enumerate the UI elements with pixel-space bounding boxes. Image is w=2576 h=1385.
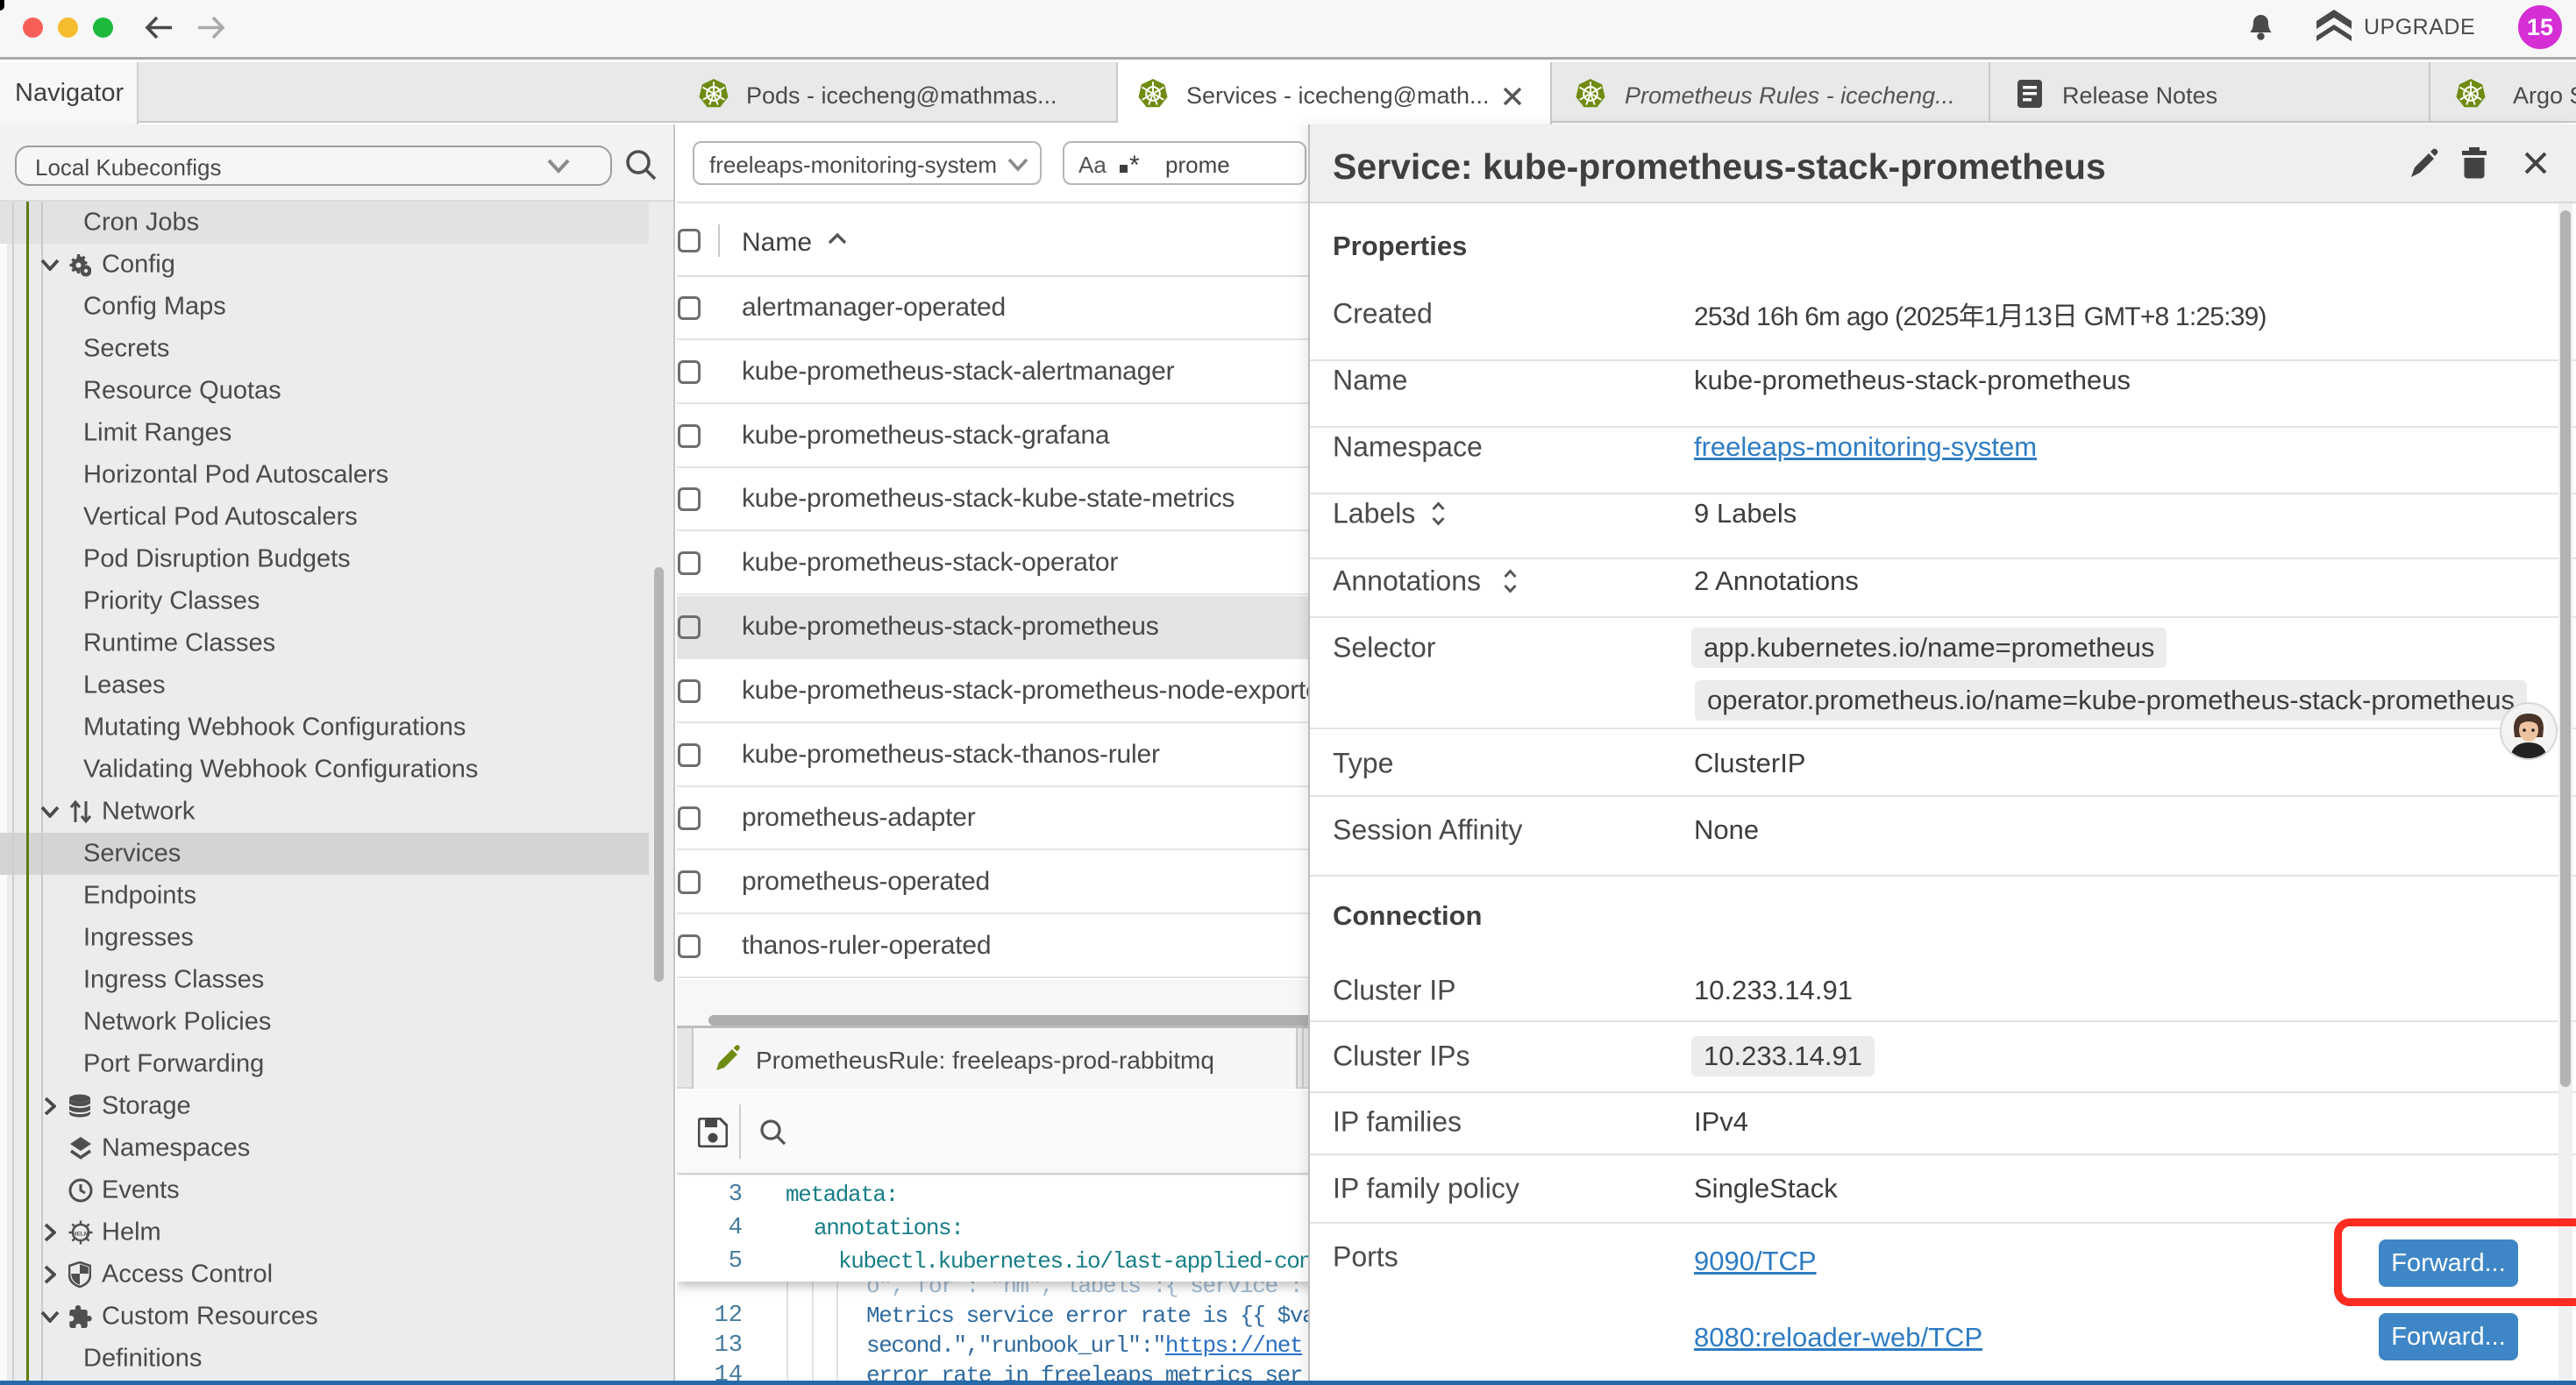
svg-text:*: * [1129,151,1140,177]
svg-text:HELM: HELM [73,1232,89,1238]
